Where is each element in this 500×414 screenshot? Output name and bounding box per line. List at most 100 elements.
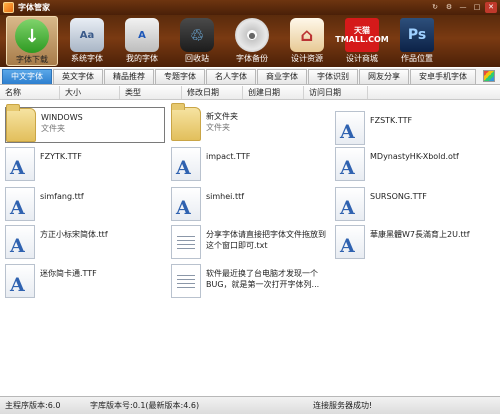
- file-name: MDynastyHK-Xbold.otf: [370, 152, 459, 161]
- toolbar-label: 设计资源: [291, 54, 323, 63]
- text-file-icon: [171, 264, 201, 298]
- house-icon: ⌂: [290, 18, 324, 52]
- column-name[interactable]: 名称: [0, 86, 60, 99]
- toolbar-label: 我的字体: [126, 54, 158, 63]
- file-item-text-file[interactable]: 分享字体请直接把字体文件拖放到这个窗口即可.txt: [171, 225, 331, 261]
- file-name: 方正小标宋简体.ttf: [40, 230, 108, 239]
- toolbar-system-fonts[interactable]: Aa 系统字体: [61, 16, 113, 66]
- toolbar-label: 设计商城: [346, 54, 378, 63]
- backup-disc-icon: ●: [235, 18, 269, 52]
- font-file-icon: [5, 225, 35, 259]
- main-toolbar: ↓ 字体下载 Aa 系统字体 A 我的字体 ♲ 回收站 ● 字体备份 ⌂ 设计资…: [0, 15, 500, 67]
- file-name: WINDOWS: [41, 113, 83, 122]
- tab-user-share[interactable]: 网友分享: [359, 69, 409, 84]
- category-tabs: 中文字体 英文字体 精品推荐 专题字体 名人字体 商业字体 字体识别 网友分享 …: [0, 68, 500, 85]
- tab-celebrity-fonts[interactable]: 名人字体: [206, 69, 256, 84]
- file-type: 文件夹: [206, 123, 230, 132]
- tmall-icon: 天猫 TMALL.COM: [335, 18, 389, 52]
- toolbar-label: 作品位置: [401, 54, 433, 63]
- tab-topic-fonts[interactable]: 专题字体: [155, 69, 205, 84]
- font-file-icon: [5, 264, 35, 298]
- file-item-font[interactable]: FZYTK.TTF: [5, 147, 165, 183]
- file-item-font[interactable]: 方正小标宋简体.ttf: [5, 225, 165, 261]
- column-modified[interactable]: 修改日期: [182, 86, 243, 99]
- close-button[interactable]: ✕: [485, 2, 497, 13]
- tab-recommended[interactable]: 精品推荐: [104, 69, 154, 84]
- file-name: simfang.ttf: [40, 192, 84, 201]
- file-name: simhei.ttf: [206, 192, 245, 201]
- file-item-font[interactable]: simhei.ttf: [171, 187, 331, 223]
- photoshop-icon: Ps: [400, 18, 434, 52]
- file-item-new-folder[interactable]: 新文件夹 文件夹: [171, 103, 331, 143]
- app-logo-icon: [3, 2, 14, 13]
- font-file-icon: [5, 147, 35, 181]
- column-header: 名称 大小 类型 修改日期 创建日期 访问日期: [0, 86, 500, 100]
- maximize-button[interactable]: □: [471, 2, 483, 13]
- main-version-text: 主程序版本:6.0: [5, 401, 61, 410]
- file-list: WINDOWS 文件夹 新文件夹 文件夹 FZSTK.TTF FZYTK.TTF…: [0, 101, 500, 396]
- file-name: impact.TTF: [206, 152, 251, 161]
- file-name: FZSTK.TTF: [370, 116, 413, 125]
- color-palette-icon[interactable]: [483, 70, 495, 82]
- font-file-icon: [335, 225, 365, 259]
- font-file-icon: [335, 111, 365, 145]
- tab-font-recognition[interactable]: 字体识别: [308, 69, 358, 84]
- window-controls: ↻ ⚙ — □ ✕: [429, 2, 497, 13]
- font-file-icon: [171, 147, 201, 181]
- file-name: 華康黑體W7長滿育上2U.ttf: [370, 230, 470, 239]
- toolbar-label: 字体备份: [236, 54, 268, 63]
- file-item-font[interactable]: 迷你简卡通.TTF: [5, 264, 165, 300]
- file-item-font[interactable]: impact.TTF: [171, 147, 331, 183]
- toolbar-recycle-bin[interactable]: ♲ 回收站: [171, 16, 223, 66]
- toolbar-label: 回收站: [185, 54, 209, 63]
- toolbar-my-fonts[interactable]: A 我的字体: [116, 16, 168, 66]
- file-name: 迷你简卡通.TTF: [40, 269, 97, 278]
- title-bar: 字体管家 ↻ ⚙ — □ ✕: [0, 0, 500, 15]
- tab-chinese-fonts[interactable]: 中文字体: [2, 69, 52, 84]
- toolbar-label: 系统字体: [71, 54, 103, 63]
- column-size[interactable]: 大小: [60, 86, 120, 99]
- my-fonts-icon: A: [125, 18, 159, 52]
- toolbar-works-location[interactable]: Ps 作品位置: [391, 16, 443, 66]
- file-item-font[interactable]: simfang.ttf: [5, 187, 165, 223]
- toolbar-design-mall[interactable]: 天猫 TMALL.COM 设计商城: [335, 16, 389, 66]
- file-name: 新文件夹: [206, 112, 238, 121]
- font-file-icon: [171, 187, 201, 221]
- server-status-text: 连接服务器成功!: [313, 401, 373, 410]
- folder-icon: [171, 103, 201, 141]
- tab-english-fonts[interactable]: 英文字体: [53, 69, 103, 84]
- file-item-text-file[interactable]: 软件最近换了台电脑才发现一个BUG，就是第一次打开字体列...: [171, 264, 331, 300]
- settings-icon[interactable]: ⚙: [443, 2, 455, 13]
- tab-commercial-fonts[interactable]: 商业字体: [257, 69, 307, 84]
- minimize-button[interactable]: —: [457, 2, 469, 13]
- file-item-font[interactable]: MDynastyHK-Xbold.otf: [335, 147, 495, 183]
- file-name: 分享字体请直接把字体文件拖放到这个窗口即可.txt: [206, 230, 326, 250]
- font-file-icon: [5, 187, 35, 221]
- file-item-font[interactable]: SURSONG.TTF: [335, 187, 495, 223]
- library-version-text: 字库版本号:0.1(最新版本:4.6): [90, 401, 200, 410]
- column-created[interactable]: 创建日期: [243, 86, 304, 99]
- file-item-text: WINDOWS 文件夹: [41, 112, 83, 134]
- file-item-font[interactable]: 華康黑體W7長滿育上2U.ttf: [335, 225, 495, 261]
- file-name: FZYTK.TTF: [40, 152, 82, 161]
- recycle-bin-icon: ♲: [180, 18, 214, 52]
- toolbar-design-resources[interactable]: ⌂ 设计资源: [281, 16, 333, 66]
- app-title: 字体管家: [18, 3, 50, 12]
- column-type[interactable]: 类型: [120, 86, 182, 99]
- file-type: 文件夹: [41, 124, 65, 133]
- status-bar: 主程序版本:6.0 字库版本号:0.1(最新版本:4.6) 连接服务器成功!: [0, 396, 500, 414]
- toolbar-label: 字体下载: [16, 55, 48, 64]
- column-accessed[interactable]: 访问日期: [304, 86, 368, 99]
- download-icon: ↓: [15, 19, 49, 53]
- folder-icon: [6, 104, 36, 142]
- system-fonts-icon: Aa: [70, 18, 104, 52]
- toolbar-font-backup[interactable]: ● 字体备份: [226, 16, 278, 66]
- tab-android-fonts[interactable]: 安卓手机字体: [410, 69, 476, 84]
- refresh-icon[interactable]: ↻: [429, 2, 441, 13]
- font-file-icon: [335, 147, 365, 181]
- file-item-font[interactable]: FZSTK.TTF: [335, 111, 495, 147]
- file-item-windows-folder[interactable]: WINDOWS 文件夹: [5, 104, 165, 143]
- toolbar-font-download[interactable]: ↓ 字体下载: [6, 16, 58, 66]
- font-file-icon: [335, 187, 365, 221]
- file-name: 软件最近换了台电脑才发现一个BUG，就是第一次打开字体列...: [206, 269, 320, 289]
